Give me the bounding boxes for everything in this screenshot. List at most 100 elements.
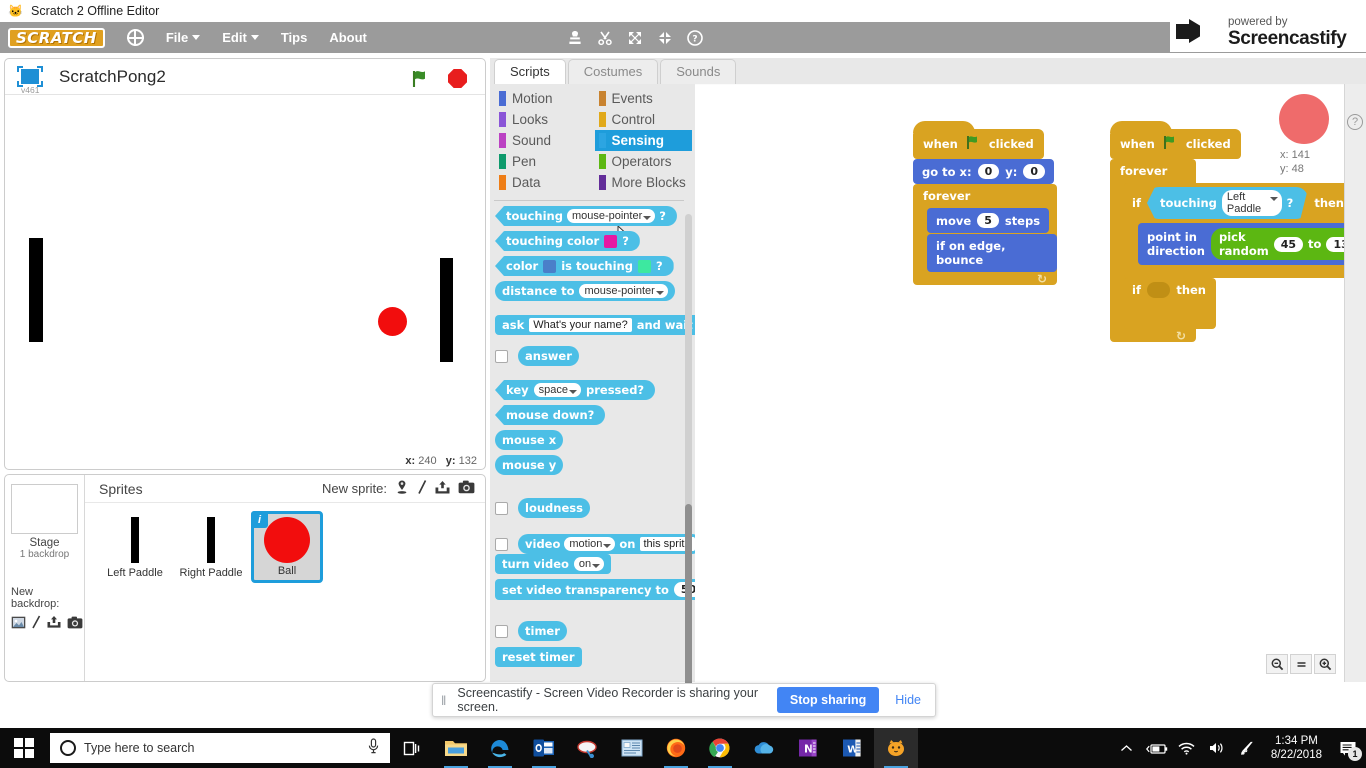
ask-text-input[interactable]: What's your name?: [529, 318, 632, 332]
color-swatch[interactable]: [604, 234, 618, 248]
start-button[interactable]: [0, 738, 48, 758]
goto-x-input[interactable]: 0: [977, 164, 1000, 179]
green-flag-icon[interactable]: [409, 68, 431, 95]
shrink-icon[interactable]: [657, 30, 673, 46]
point-in-direction-block[interactable]: point in direction pick random 45 to 135: [1138, 223, 1366, 265]
pick-random-block[interactable]: pick random 45 to 135: [1210, 228, 1366, 260]
camera-sprite-icon[interactable]: [458, 480, 475, 497]
pause-icon[interactable]: ‖: [441, 693, 447, 708]
zoom-in-icon[interactable]: [1314, 654, 1336, 674]
block-mouse-x[interactable]: mouse x: [495, 430, 564, 450]
scratch-logo[interactable]: SCRATCH: [8, 27, 105, 48]
volume-icon[interactable]: [1203, 728, 1231, 768]
category-sound[interactable]: Sound: [495, 130, 593, 151]
video-dropdown[interactable]: motion: [564, 537, 616, 551]
tab-costumes[interactable]: Costumes: [567, 59, 659, 84]
block-turn-video[interactable]: turn video on: [495, 554, 612, 574]
category-operators[interactable]: Operators: [595, 151, 693, 172]
upload-sprite-icon[interactable]: [434, 480, 451, 498]
forever-block[interactable]: forever move 5 steps if on edge, bounce …: [913, 184, 1057, 286]
taskbar-firefox-icon[interactable]: [654, 728, 698, 768]
stamp-icon[interactable]: [567, 30, 583, 46]
pen-icon[interactable]: [1233, 728, 1261, 768]
taskbar-word-icon[interactable]: W: [830, 728, 874, 768]
help-icon[interactable]: ?: [687, 29, 703, 46]
move-steps-input[interactable]: 5: [977, 213, 999, 228]
distance-dropdown[interactable]: mouse-pointer: [579, 284, 668, 298]
key-dropdown[interactable]: space: [533, 383, 581, 397]
go-to-xy-block[interactable]: go to x: 0 y: 0: [913, 159, 1054, 184]
scripts-canvas[interactable]: when clicked go to x: 0 y: 0 forever mov…: [695, 84, 1366, 682]
when-flag-clicked-hat[interactable]: when clicked: [1110, 121, 1241, 159]
menu-edit[interactable]: Edit: [222, 30, 259, 45]
taskbar-clock[interactable]: 1:34 PM 8/22/2018: [1263, 734, 1330, 762]
category-motion[interactable]: Motion: [495, 88, 593, 109]
if-touching-left-paddle-block[interactable]: if touching Left Paddle ? then point in …: [1124, 183, 1366, 278]
sprite-card-left-paddle[interactable]: Left Paddle: [99, 511, 171, 583]
stop-icon[interactable]: [448, 69, 467, 88]
task-view-icon[interactable]: [390, 728, 434, 768]
sprite-card-ball[interactable]: i Ball: [251, 511, 323, 583]
globe-icon[interactable]: [126, 29, 144, 46]
sprite-library-icon[interactable]: [394, 479, 410, 498]
tab-sounds[interactable]: Sounds: [660, 59, 737, 84]
block-reset-timer[interactable]: reset timer: [495, 647, 582, 667]
zoom-out-icon[interactable]: [1266, 654, 1288, 674]
goto-y-input[interactable]: 0: [1023, 164, 1045, 179]
taskbar-search[interactable]: Type here to search: [50, 733, 390, 763]
action-center-icon[interactable]: 1: [1332, 728, 1364, 768]
category-looks[interactable]: Looks: [495, 109, 593, 130]
block-mouse-down[interactable]: mouse down?: [495, 405, 606, 425]
timer-checkbox[interactable]: [495, 624, 508, 638]
stage-canvas[interactable]: [5, 95, 485, 455]
palette-scrollbar[interactable]: [685, 214, 692, 714]
zoom-reset-icon[interactable]: [1290, 654, 1312, 674]
backdrop-library-icon[interactable]: [11, 616, 26, 634]
category-control[interactable]: Control: [595, 109, 693, 130]
ball-sprite[interactable]: [378, 307, 407, 336]
color-swatch[interactable]: [637, 259, 651, 273]
taskbar-chrome-icon[interactable]: [698, 728, 742, 768]
wifi-icon[interactable]: [1173, 728, 1201, 768]
block-distance-to[interactable]: distance to mouse-pointer: [495, 281, 675, 301]
menu-about[interactable]: About: [329, 30, 367, 45]
category-pen[interactable]: Pen: [495, 151, 593, 172]
paint-backdrop-icon[interactable]: [31, 615, 41, 634]
if-on-edge-bounce-block[interactable]: if on edge, bounce: [927, 234, 1057, 272]
loudness-checkbox[interactable]: [495, 501, 508, 515]
taskbar-edge-icon[interactable]: [478, 728, 522, 768]
script-ball-movement[interactable]: when clicked go to x: 0 y: 0 forever mov…: [913, 121, 1057, 286]
taskbar-onenote-icon[interactable]: N: [786, 728, 830, 768]
category-more-blocks[interactable]: More Blocks: [595, 172, 693, 193]
taskbar-onedrive-icon[interactable]: [742, 728, 786, 768]
sprite-card-right-paddle[interactable]: Right Paddle: [175, 511, 247, 583]
help-icon[interactable]: ?: [1347, 114, 1363, 130]
touching-dropdown[interactable]: mouse-pointer: [566, 209, 656, 223]
when-flag-clicked-hat[interactable]: when clicked: [913, 121, 1044, 159]
block-touching[interactable]: touching mouse-pointer ?: [495, 206, 677, 226]
touching-target-dropdown[interactable]: Left Paddle: [1222, 190, 1282, 216]
menu-tips[interactable]: Tips: [281, 30, 308, 45]
touching-condition[interactable]: touching Left Paddle ?: [1147, 187, 1308, 219]
turn-video-dropdown[interactable]: on: [573, 557, 605, 571]
upload-backdrop-icon[interactable]: [46, 615, 62, 634]
grow-icon[interactable]: [627, 30, 643, 46]
left-paddle-sprite[interactable]: [29, 238, 43, 342]
menu-file[interactable]: File: [166, 30, 201, 45]
answer-checkbox[interactable]: [495, 349, 508, 363]
block-timer[interactable]: timer: [518, 621, 567, 641]
block-loudness[interactable]: loudness: [518, 498, 590, 518]
paint-sprite-icon[interactable]: [417, 479, 427, 498]
stop-sharing-button[interactable]: Stop sharing: [776, 687, 880, 713]
empty-condition-slot[interactable]: [1146, 282, 1171, 298]
if-empty-block[interactable]: if then: [1124, 278, 1216, 329]
sprite-info-icon[interactable]: i: [251, 511, 268, 528]
presentation-mode-icon[interactable]: [17, 66, 43, 87]
pick-random-from[interactable]: 45: [1273, 236, 1304, 252]
block-key-pressed[interactable]: key space pressed?: [495, 380, 656, 400]
category-events[interactable]: Events: [595, 88, 693, 109]
block-video-on[interactable]: video motion on this sprite: [518, 534, 695, 554]
category-data[interactable]: Data: [495, 172, 593, 193]
taskbar-snip-sketch-icon[interactable]: [566, 728, 610, 768]
stage-selector[interactable]: Stage 1 backdrop New backdrop:: [5, 475, 85, 681]
